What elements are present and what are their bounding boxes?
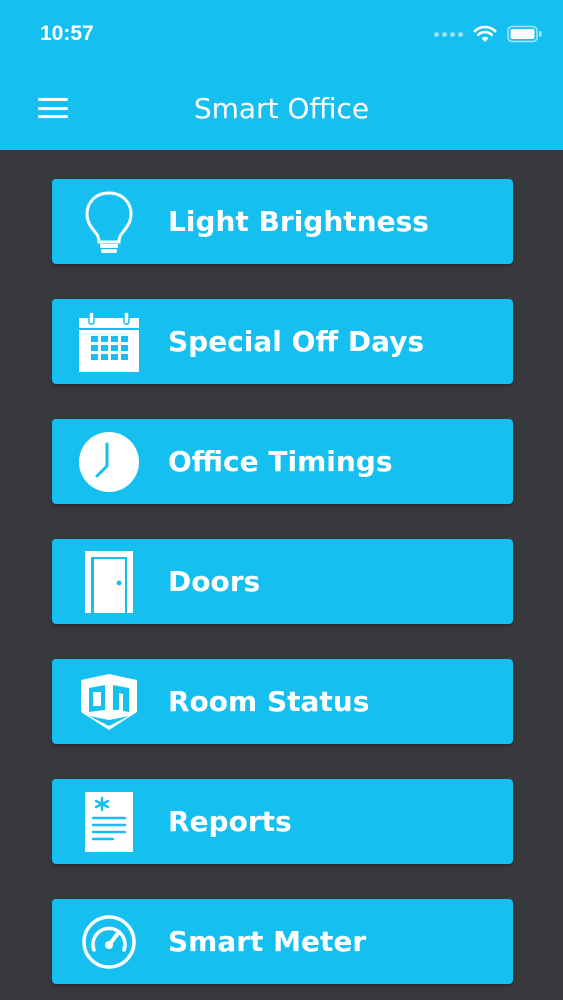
menu-item-label: Smart Meter [168,925,367,958]
door-icon [76,549,142,615]
menu-item-label: Room Status [168,685,370,718]
room-status-icon [76,669,142,735]
report-icon [76,789,142,855]
menu-item-special-off-days[interactable]: Special Off Days [52,299,513,384]
meter-icon [76,909,142,975]
menu-item-label: Special Off Days [168,325,425,358]
menu-list: Light Brightness Special Off Days Office… [52,179,513,1000]
status-time: 10:57 [40,22,94,45]
menu-item-room-status[interactable]: Room Status [52,659,513,744]
wifi-icon [473,25,497,42]
menu-item-label: Doors [168,565,261,598]
calendar-icon [76,309,142,375]
battery-icon [507,25,542,43]
menu-item-smart-meter[interactable]: Smart Meter [52,899,513,984]
menu-item-light-brightness[interactable]: Light Brightness [52,179,513,264]
lightbulb-icon [76,189,142,255]
menu-item-doors[interactable]: Doors [52,539,513,624]
menu-item-reports[interactable]: Reports [52,779,513,864]
status-icons [434,22,543,46]
clock-icon [76,429,142,495]
app-header: 10:57 Smart Office [0,0,563,150]
menu-item-label: Reports [168,805,292,838]
menu-item-label: Light Brightness [168,205,429,238]
signal-icon [434,31,463,37]
menu-item-label: Office Timings [168,445,393,478]
menu-item-office-timings[interactable]: Office Timings [52,419,513,504]
page-title: Smart Office [193,92,370,125]
